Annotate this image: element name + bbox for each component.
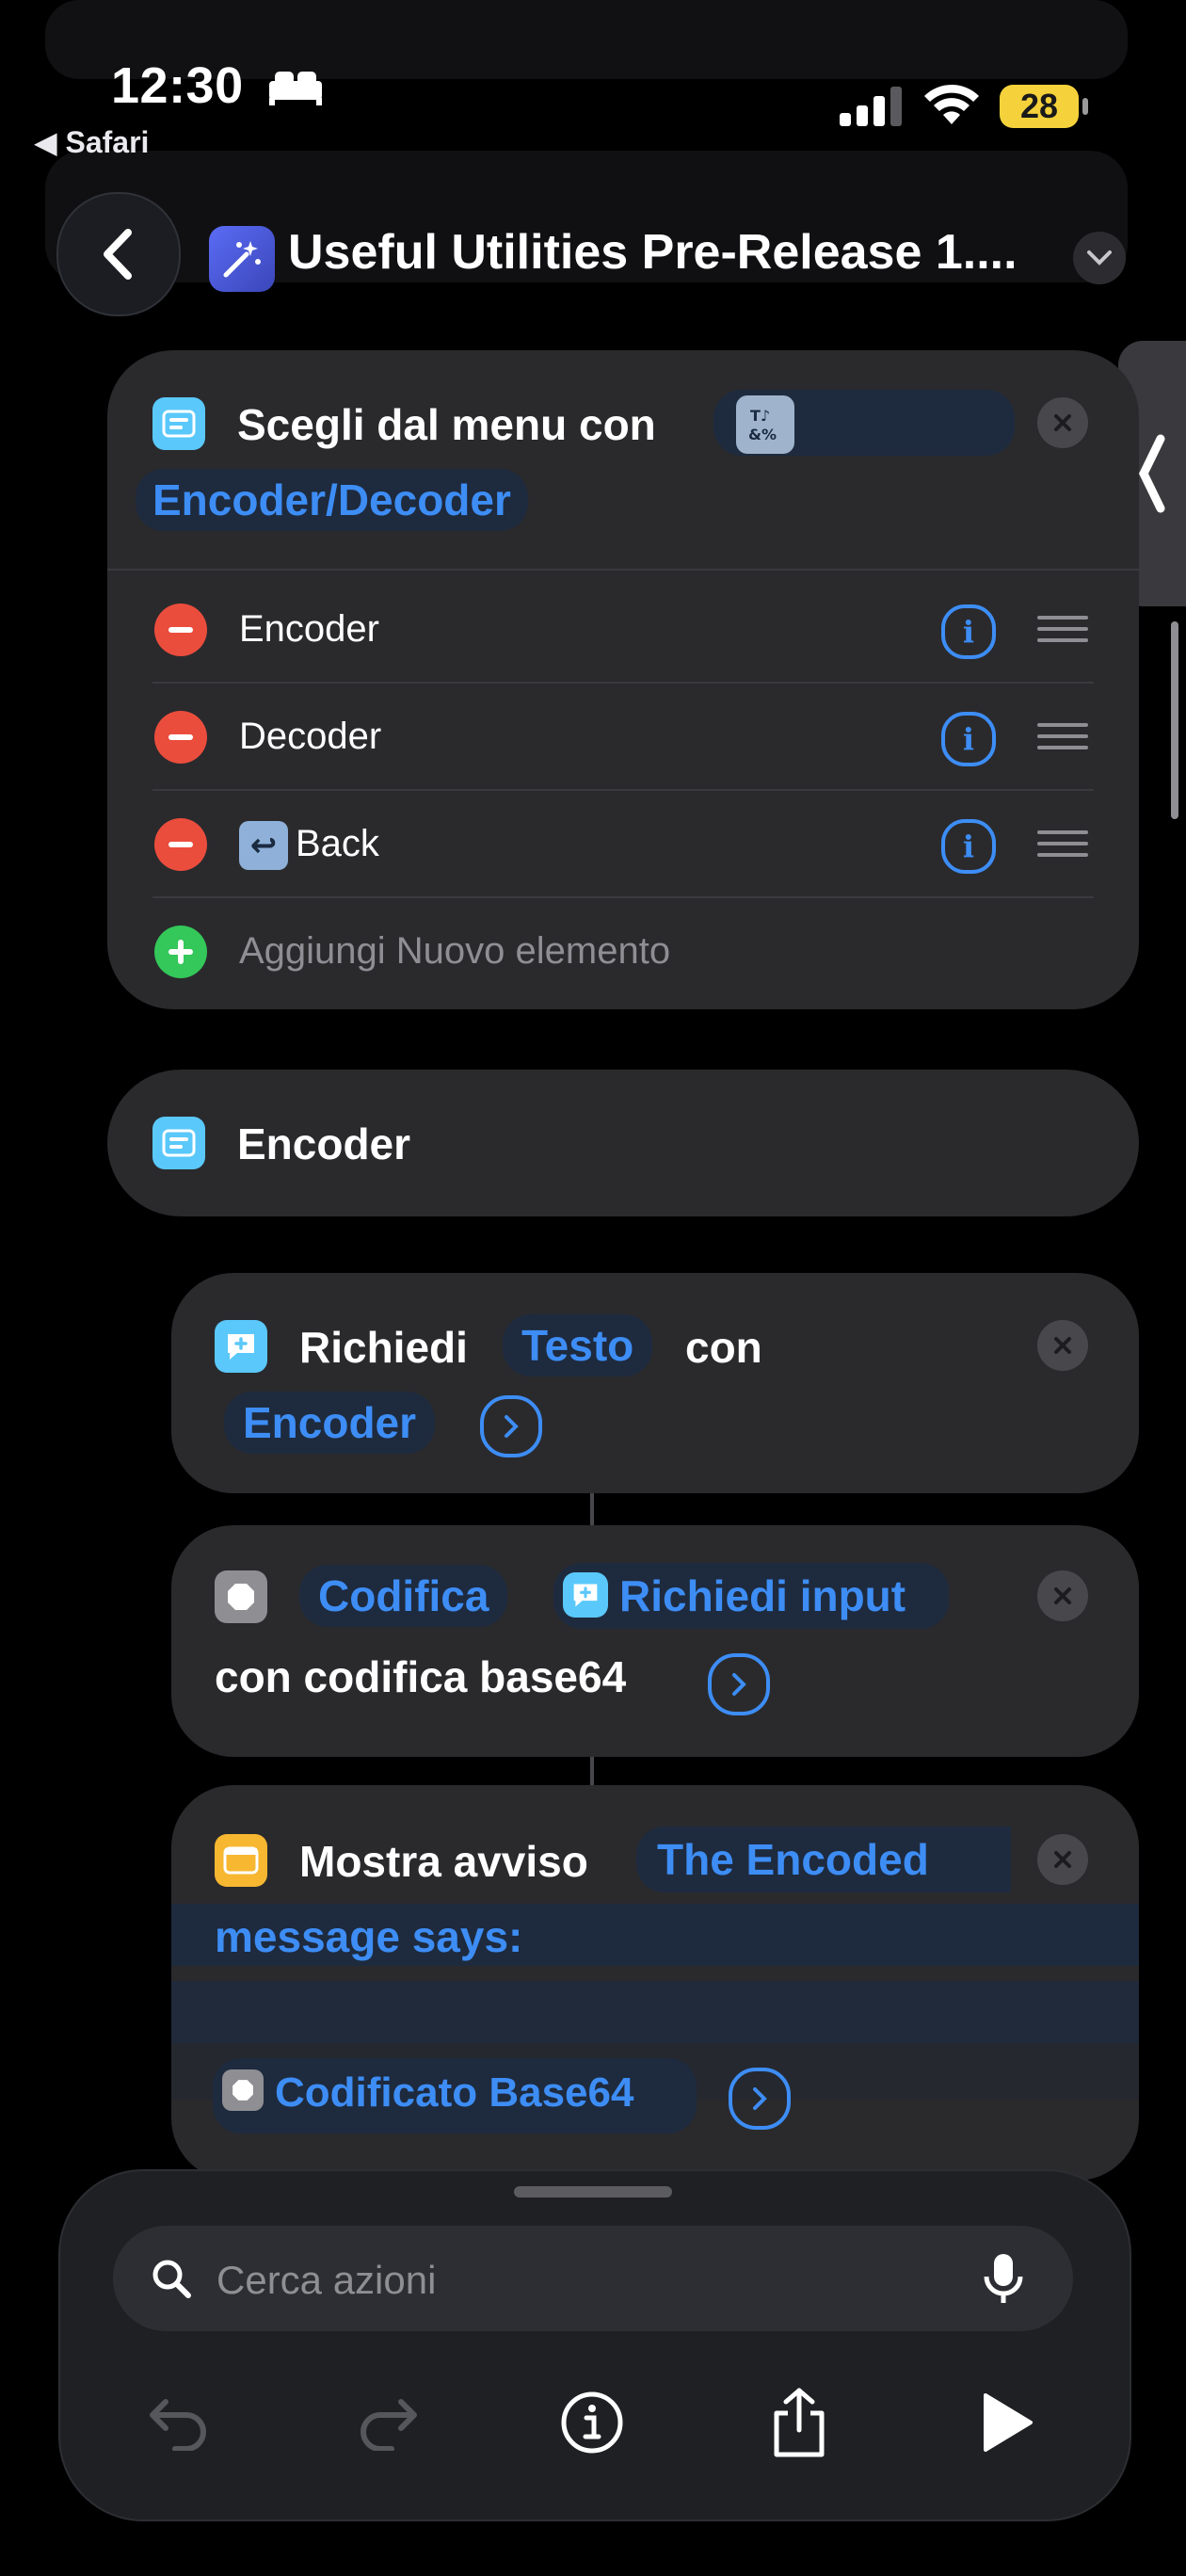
undo-button[interactable] — [137, 2380, 222, 2465]
menu-action-icon — [152, 397, 205, 450]
undo-icon — [150, 2399, 206, 2451]
expand-options-button[interactable] — [480, 1395, 542, 1457]
wifi-icon — [922, 81, 981, 131]
share-icon — [774, 2388, 825, 2457]
status-time: 12:30 — [111, 57, 244, 114]
close-icon — [1054, 1851, 1071, 1868]
chevron-right-icon — [505, 1415, 519, 1438]
menu-case-icon — [152, 1117, 205, 1169]
reorder-handle-icon[interactable] — [1037, 716, 1088, 757]
info-icon — [561, 2391, 623, 2454]
sheet-grabber[interactable] — [514, 2186, 672, 2198]
base64-action-icon — [215, 1570, 267, 1623]
menu-case-label: Encoder — [237, 1119, 411, 1168]
battery-level: 28 — [1000, 85, 1079, 128]
expand-options-button[interactable] — [708, 1653, 770, 1715]
redo-icon — [361, 2399, 417, 2451]
close-icon — [1054, 1587, 1071, 1604]
action-connector — [590, 1757, 594, 1785]
microphone-icon[interactable] — [983, 2252, 1024, 2311]
back-to-safari-link[interactable]: ◀ Safari — [34, 124, 149, 160]
reorder-handle-icon[interactable] — [1037, 823, 1088, 864]
input-type-token[interactable]: Testo — [503, 1314, 653, 1377]
symbols-emoji-icon: T♪ &% — [736, 395, 794, 454]
reorder-handle-icon[interactable] — [1037, 608, 1088, 650]
info-icon[interactable]: i — [941, 712, 996, 766]
add-item-icon[interactable] — [154, 926, 207, 978]
battery-nub — [1082, 98, 1088, 115]
cellular-signal-icon — [840, 87, 906, 133]
add-item-button[interactable]: Aggiungi Nuovo elemento — [239, 930, 670, 973]
remove-action-button[interactable] — [1037, 1570, 1088, 1621]
input-variable-label[interactable]: Richiedi input — [619, 1570, 906, 1621]
chevron-right-icon — [753, 2087, 767, 2110]
ask-input-variable-icon — [563, 1572, 608, 1618]
ask-input-icon — [215, 1320, 267, 1373]
chevron-left-icon — [1138, 434, 1165, 513]
info-icon[interactable]: i — [941, 819, 996, 874]
menu-prompt-token[interactable]: Encoder/Decoder — [136, 469, 528, 531]
redo-button[interactable] — [345, 2380, 429, 2465]
encode-mode-token[interactable]: Codifica — [299, 1565, 508, 1627]
encode-suffix: con codifica base64 — [215, 1652, 627, 1701]
delete-item-button[interactable] — [154, 711, 207, 764]
menu-item-label[interactable]: Decoder — [239, 716, 381, 758]
info-icon[interactable]: i — [941, 604, 996, 659]
chevron-left-icon — [104, 229, 132, 280]
alert-text-line-2[interactable]: message says: — [215, 1911, 522, 1962]
remove-action-button[interactable] — [1037, 1320, 1088, 1371]
details-button[interactable] — [550, 2380, 634, 2465]
shortcut-magic-wand-icon — [209, 226, 275, 292]
title-menu-button[interactable] — [1073, 232, 1126, 284]
shortcut-title[interactable]: Useful Utilities Pre-Release 1.... — [288, 224, 1041, 281]
divider — [152, 896, 1094, 898]
svg-text:T♪: T♪ — [750, 407, 770, 425]
divider — [152, 682, 1094, 684]
encoded-variable-label[interactable]: Codificato Base64 — [275, 2069, 633, 2117]
base64-variable-icon — [222, 2069, 264, 2111]
remove-action-button[interactable] — [1037, 1834, 1088, 1885]
delete-item-button[interactable] — [154, 818, 207, 871]
menu-action-prefix: Scegli dal menu con — [237, 400, 656, 449]
action-connector — [590, 1493, 594, 1525]
alert-text-field-bg — [171, 1981, 1139, 2043]
ask-with-label: con — [685, 1323, 762, 1372]
alert-verb: Mostra avviso — [299, 1837, 588, 1886]
close-icon — [1054, 414, 1071, 431]
share-button[interactable] — [757, 2380, 841, 2465]
ask-prompt-token[interactable]: Encoder — [224, 1392, 436, 1454]
home-indicator-area — [0, 2533, 1186, 2576]
chevron-down-icon — [1087, 250, 1112, 266]
divider — [107, 569, 1139, 571]
back-arrow-emoji-icon: ↩ — [239, 821, 288, 870]
expand-options-button[interactable] — [729, 2068, 791, 2130]
remove-action-button[interactable] — [1037, 397, 1088, 448]
chevron-right-icon — [732, 1673, 746, 1696]
back-button[interactable] — [56, 192, 181, 316]
play-icon — [984, 2393, 1033, 2452]
bottom-action-bar — [58, 2169, 1131, 2521]
base64-encode-action[interactable] — [171, 1525, 1139, 1757]
divider — [152, 789, 1094, 791]
svg-text:&%: &% — [748, 426, 777, 443]
ask-for-input-action[interactable] — [171, 1273, 1139, 1493]
sleep-focus-icon — [267, 68, 324, 110]
menu-item-label[interactable]: Back — [296, 823, 379, 865]
alert-text-line-1[interactable]: The Encoded — [657, 1834, 929, 1885]
search-icon — [151, 2258, 192, 2304]
scrollbar[interactable] — [1171, 621, 1178, 819]
delete-item-button[interactable] — [154, 604, 207, 656]
close-icon — [1054, 1337, 1071, 1354]
search-placeholder[interactable]: Cerca azioni — [216, 2258, 436, 2303]
ask-verb: Richiedi — [299, 1323, 468, 1372]
run-button[interactable] — [964, 2380, 1049, 2465]
menu-item-label[interactable]: Encoder — [239, 608, 379, 651]
alert-action-icon — [215, 1834, 267, 1887]
